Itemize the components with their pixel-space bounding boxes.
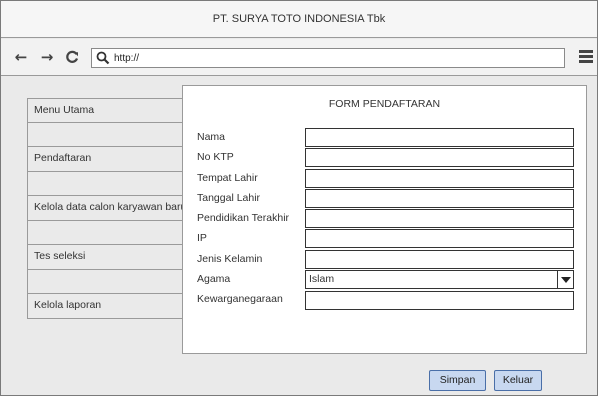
form-title: FORM PENDAFTARAN [328,98,441,110]
nama-input[interactable] [305,128,574,147]
window-title: PT. SURYA TOTO INDONESIA Tbk [1,1,597,38]
save-button[interactable]: Simpan [429,370,486,391]
field-label-tempat-lahir: Tempat Lahir [197,172,258,184]
browser-window: PT. SURYA TOTO INDONESIA Tbk ← → Menu Ut… [0,0,598,396]
ip-input[interactable] [305,229,574,248]
exit-button[interactable]: Keluar [494,370,542,391]
no-ktp-input[interactable] [305,148,574,167]
field-label-kewarganegaraan: Kewarganegaraan [197,293,283,305]
sidebar-item-empty[interactable] [27,171,183,196]
hamburger-menu-icon[interactable] [579,50,593,64]
url-input[interactable] [114,50,554,66]
sidebar-item-empty[interactable] [27,122,183,147]
reload-icon[interactable] [65,48,79,66]
sidebar-item-pendaftaran[interactable]: Pendaftaran [27,147,183,172]
form-panel: FORM PENDAFTARAN Nama No KTP Tempat Lahi… [182,85,587,354]
search-icon [96,51,110,65]
sidebar-item-kelola-laporan[interactable]: Kelola laporan [27,294,183,319]
back-icon[interactable]: ← [13,48,29,66]
field-label-tanggal-lahir: Tanggal Lahir [197,192,261,204]
tanggal-lahir-input[interactable] [305,189,574,208]
field-label-agama: Agama [197,273,231,285]
jenis-kelamin-input[interactable] [305,250,574,269]
sidebar-menu: Menu Utama Pendaftaran Kelola data calon… [27,98,183,319]
sidebar-item-menu-utama[interactable]: Menu Utama [27,98,183,123]
pendidikan-input[interactable] [305,209,574,228]
sidebar-item-empty[interactable] [27,269,183,294]
field-label-pendidikan: Pendidikan Terakhir [197,212,290,224]
address-bar[interactable] [91,48,565,68]
agama-select[interactable]: Islam [305,270,574,289]
field-label-no-ktp: No KTP [197,151,234,163]
sidebar-item-empty[interactable] [27,220,183,245]
sidebar-item-tes-seleksi[interactable]: Tes seleksi [27,245,183,270]
forward-icon[interactable]: → [39,48,55,66]
field-label-ip: IP [197,232,207,244]
field-label-jenis-kelamin: Jenis Kelamin [197,253,263,265]
kewarganegaraan-input[interactable] [305,291,574,310]
chevron-down-icon[interactable] [557,271,573,288]
sidebar-item-kelola-data[interactable]: Kelola data calon karyawan baru [27,196,183,221]
tempat-lahir-input[interactable] [305,169,574,188]
browser-toolbar: ← → [1,39,597,76]
agama-selected-value: Islam [309,273,335,285]
field-label-nama: Nama [197,131,226,143]
